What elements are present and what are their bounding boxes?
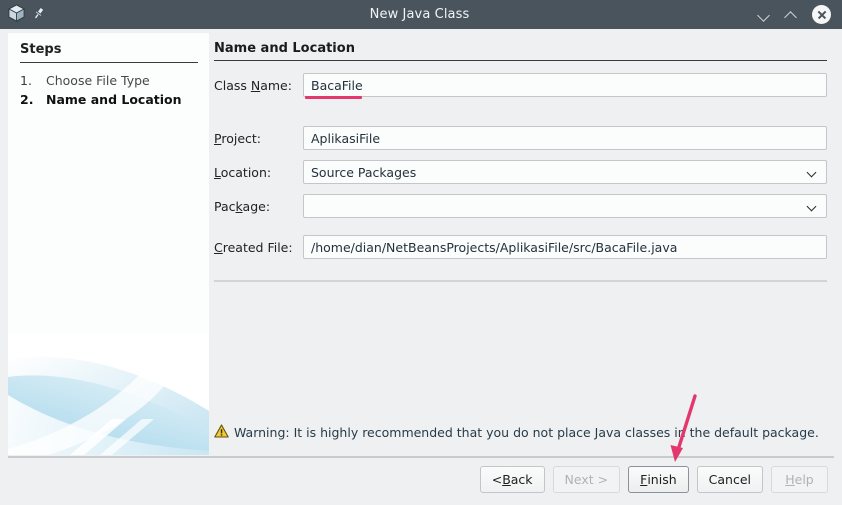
footer-divider — [8, 456, 834, 458]
pin-icon[interactable] — [32, 6, 46, 23]
form-row-location: Location: Source Packages — [214, 160, 827, 184]
chevron-up-icon[interactable] — [785, 8, 798, 21]
project-input[interactable]: AplikasiFile — [303, 126, 827, 150]
annotation-underline — [305, 96, 362, 99]
window-title: New Java Class — [369, 7, 470, 22]
step-label: Name and Location — [46, 92, 182, 107]
help-button: Help — [771, 466, 828, 493]
step-item-2: 2. Name and Location — [20, 90, 205, 109]
created-file-value: /home/dian/NetBeansProjects/AplikasiFile… — [311, 239, 678, 255]
form-row-class-name: Class Name: BacaFile — [214, 73, 827, 97]
project-label: Project: — [214, 130, 261, 146]
steps-panel: Steps 1. Choose File Type 2. Name and Lo… — [8, 33, 209, 455]
warning-text: Warning: It is highly recommended that y… — [234, 425, 819, 440]
created-file-input[interactable]: /home/dian/NetBeansProjects/AplikasiFile… — [303, 235, 827, 259]
steps-list: 1. Choose File Type 2. Name and Location — [20, 71, 205, 109]
package-combobox[interactable] — [303, 194, 827, 218]
project-value: AplikasiFile — [311, 130, 381, 146]
dialog-buttons: < Back Next > Finish Cancel Help — [479, 466, 828, 493]
title-bar-left-icons — [0, 4, 128, 25]
step-number: 1. — [20, 73, 32, 88]
chevron-down-icon[interactable] — [758, 8, 771, 21]
steps-divider — [20, 62, 198, 63]
location-label: Location: — [214, 164, 272, 180]
step-item-1: 1. Choose File Type — [20, 71, 205, 90]
location-combobox[interactable]: Source Packages — [303, 160, 827, 184]
class-name-value: BacaFile — [311, 77, 363, 93]
created-file-label: Created File: — [214, 239, 293, 255]
title-bar: New Java Class — [0, 0, 842, 29]
page-title: Name and Location — [214, 41, 355, 56]
step-label: Choose File Type — [46, 73, 150, 88]
finish-button[interactable]: Finish — [628, 466, 689, 493]
step-number: 2. — [20, 92, 34, 107]
next-button: Next > — [552, 466, 621, 493]
class-name-label: Class Name: — [214, 77, 292, 93]
window-controls — [711, 5, 842, 24]
back-button[interactable]: < Back — [479, 466, 545, 493]
form-row-package: Package: — [214, 194, 827, 218]
decorative-swoosh-graphic — [8, 333, 209, 455]
main-panel: Name and Location Class Name: BacaFile P… — [209, 33, 834, 455]
class-name-input[interactable]: BacaFile — [303, 73, 827, 97]
cancel-button[interactable]: Cancel — [696, 466, 763, 493]
form-row-created-file: Created File: /home/dian/NetBeansProject… — [214, 235, 827, 259]
chevron-down-icon[interactable] — [808, 203, 817, 212]
warning-message: Warning: It is highly recommended that y… — [214, 424, 827, 441]
chevron-down-icon[interactable] — [808, 169, 817, 178]
section-divider — [214, 60, 827, 61]
steps-heading: Steps — [20, 42, 62, 57]
warning-icon — [214, 424, 229, 441]
package-label: Package: — [214, 198, 271, 214]
close-icon[interactable] — [812, 5, 831, 24]
location-value: Source Packages — [311, 164, 417, 180]
cube-icon — [8, 4, 25, 25]
form-row-project: Project: AplikasiFile — [214, 126, 827, 150]
form-divider — [214, 280, 827, 282]
